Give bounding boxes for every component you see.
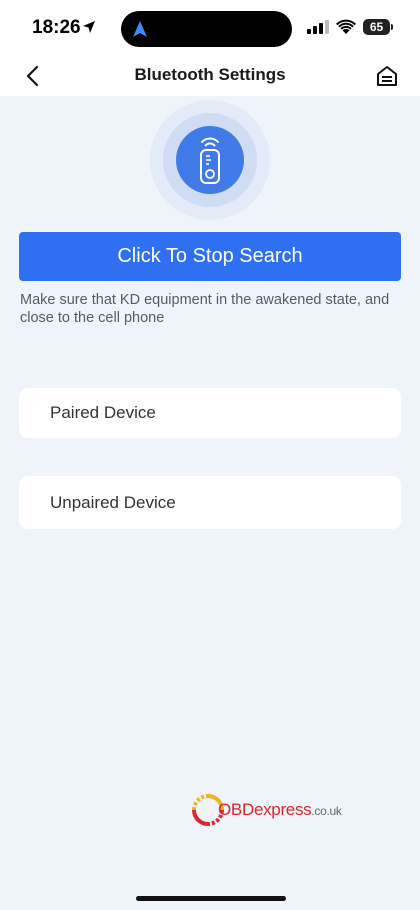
home-icon[interactable] [375,64,399,88]
remote-key-icon [200,137,220,184]
navigation-icon [133,21,147,37]
paired-device-label: Paired Device [50,403,156,422]
page-title: Bluetooth Settings [134,65,286,84]
status-bar: 18:26 65 [0,0,420,56]
dynamic-island [121,11,292,47]
home-indicator[interactable] [136,896,286,901]
wifi-icon [336,19,356,34]
unpaired-device-label: Unpaired Device [50,493,176,512]
status-time: 18:26 [32,17,81,38]
watermark-logo: OBDexpress.co.uk [218,800,342,820]
unpaired-device-card[interactable]: Unpaired Device [19,476,401,529]
watermark-brand: OBDexpress [218,800,312,819]
location-arrow-icon [83,21,95,33]
watermark-domain: .co.uk [311,804,342,818]
battery-level: 65 [363,19,390,35]
stop-search-button[interactable]: Click To Stop Search [19,232,401,281]
search-hint: Make sure that KD equipment in the awake… [20,292,390,326]
battery-tip [391,24,393,30]
nav-bar: Bluetooth Settings [0,56,420,96]
paired-device-card[interactable]: Paired Device [19,388,401,438]
cellular-signal-icon [307,20,329,34]
